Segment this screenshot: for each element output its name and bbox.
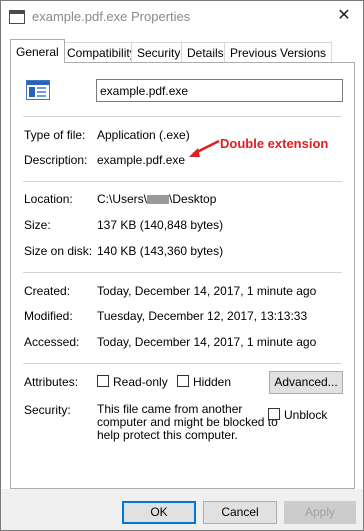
hidden-label[interactable]: Hidden bbox=[193, 375, 231, 389]
tab-details[interactable]: Details bbox=[181, 42, 230, 62]
properties-window: example.pdf.exe Properties ✕ General Com… bbox=[0, 0, 364, 531]
file-name-field[interactable] bbox=[96, 79, 343, 102]
unblock-checkbox[interactable] bbox=[268, 408, 280, 420]
type-of-file-value: Application (.exe) bbox=[97, 128, 190, 142]
window-title: example.pdf.exe Properties bbox=[32, 9, 191, 24]
cancel-button[interactable]: Cancel bbox=[203, 501, 277, 524]
read-only-checkbox[interactable] bbox=[97, 375, 109, 387]
location-prefix: C:\Users\ bbox=[97, 192, 148, 206]
separator bbox=[23, 272, 342, 273]
security-label: Security: bbox=[24, 403, 71, 417]
annotation-arrow-icon bbox=[189, 139, 220, 157]
security-message-line: help protect this computer. bbox=[97, 428, 238, 442]
double-extension-annotation: Double extension bbox=[220, 136, 329, 151]
application-file-icon bbox=[26, 80, 50, 100]
size-on-disk-value: 140 KB (143,360 bytes) bbox=[97, 244, 224, 258]
ok-button[interactable]: OK bbox=[122, 501, 196, 524]
accessed-label: Accessed: bbox=[24, 335, 80, 349]
created-value: Today, December 14, 2017, 1 minute ago bbox=[97, 284, 317, 298]
close-icon[interactable]: ✕ bbox=[329, 5, 359, 27]
location-label: Location: bbox=[24, 192, 73, 206]
tab-previous-versions[interactable]: Previous Versions bbox=[224, 42, 333, 62]
file-window-icon bbox=[9, 10, 25, 24]
size-label: Size: bbox=[24, 218, 51, 232]
location-suffix: \Desktop bbox=[169, 192, 217, 206]
tab-security[interactable]: Security bbox=[131, 42, 187, 62]
description-value: example.pdf.exe bbox=[97, 153, 186, 167]
read-only-label[interactable]: Read-only bbox=[113, 375, 168, 389]
modified-label: Modified: bbox=[24, 309, 73, 323]
apply-button[interactable]: Apply bbox=[284, 501, 356, 524]
attributes-label: Attributes: bbox=[24, 375, 79, 389]
tab-general[interactable]: General bbox=[10, 39, 65, 63]
hidden-checkbox[interactable] bbox=[177, 375, 189, 387]
unblock-label[interactable]: Unblock bbox=[284, 408, 327, 422]
separator bbox=[23, 116, 342, 117]
advanced-button[interactable]: Advanced... bbox=[269, 371, 343, 394]
size-on-disk-label: Size on disk: bbox=[24, 244, 93, 258]
title-bar[interactable]: example.pdf.exe Properties ✕ bbox=[1, 1, 363, 32]
size-value: 137 KB (140,848 bytes) bbox=[97, 218, 224, 232]
location-value: C:\Users\ \Desktop bbox=[97, 192, 216, 206]
modified-value: Tuesday, December 12, 2017, 13:13:33 bbox=[97, 309, 308, 323]
security-message: This file came from another computer and… bbox=[97, 403, 278, 442]
tab-compatibility[interactable]: Compatibility bbox=[61, 42, 142, 62]
separator bbox=[23, 363, 342, 364]
description-label: Description: bbox=[24, 153, 88, 167]
redacted-username bbox=[147, 195, 170, 205]
type-of-file-label: Type of file: bbox=[24, 128, 86, 142]
created-label: Created: bbox=[24, 284, 71, 298]
separator bbox=[23, 181, 342, 182]
accessed-value: Today, December 14, 2017, 1 minute ago bbox=[97, 335, 317, 349]
